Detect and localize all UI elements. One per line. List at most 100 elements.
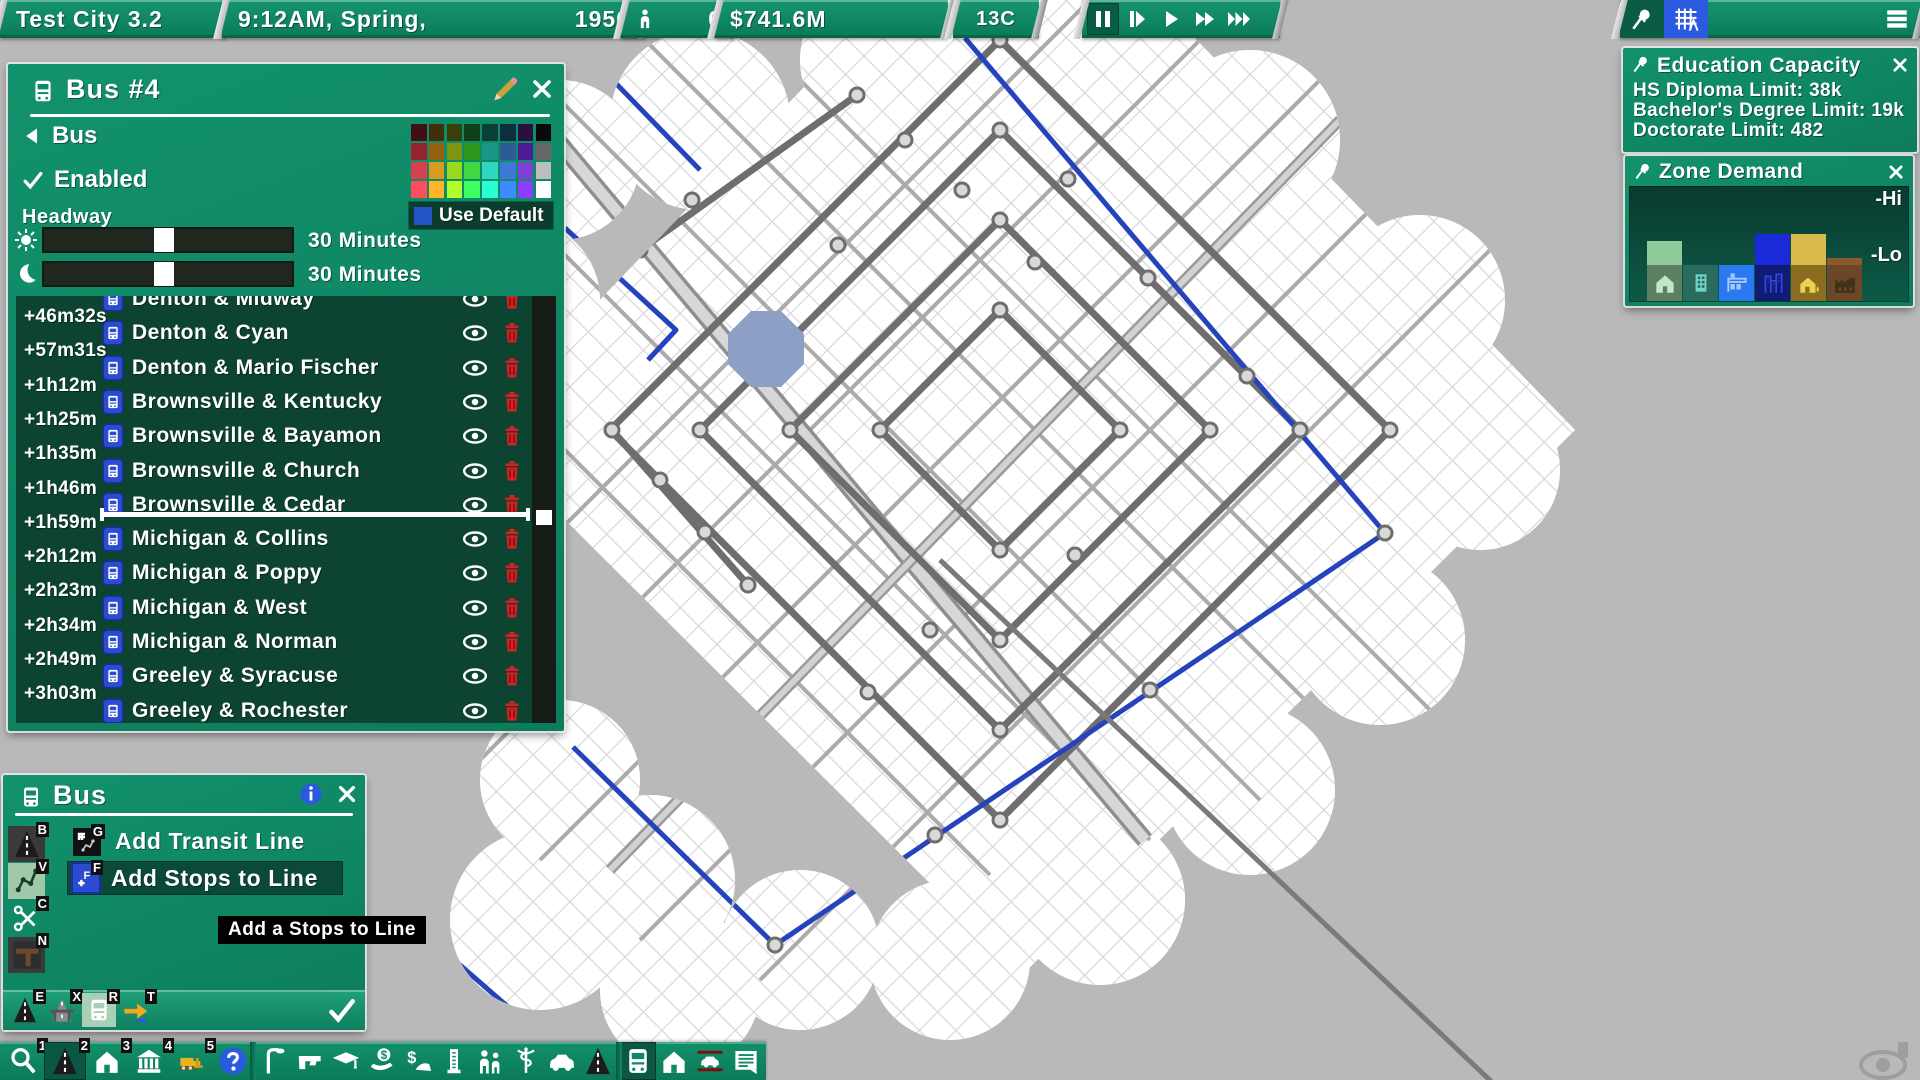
- palette-color-swatch[interactable]: [447, 143, 463, 160]
- eye-icon[interactable]: [462, 296, 488, 312]
- eye-icon[interactable]: [462, 663, 488, 689]
- trash-icon[interactable]: [500, 321, 524, 345]
- mode-tool-T[interactable]: T: [119, 993, 153, 1027]
- eye-icon[interactable]: [462, 526, 488, 552]
- palette-color-swatch[interactable]: [482, 124, 498, 141]
- trash-icon[interactable]: [500, 630, 524, 654]
- palette-color-swatch[interactable]: [447, 162, 463, 179]
- toolbar-house-button[interactable]: 3: [86, 1042, 128, 1080]
- add-stops-to-line-button[interactable]: F F Add Stops to Line: [67, 861, 343, 895]
- date-chip[interactable]: 9:12AM, Spring, 1950: [222, 0, 646, 38]
- trash-icon[interactable]: [500, 527, 524, 551]
- close-icon[interactable]: [1883, 159, 1909, 185]
- eye-icon[interactable]: [462, 458, 488, 484]
- palette-color-swatch[interactable]: [482, 162, 498, 179]
- enabled-checkbox[interactable]: Enabled: [22, 166, 147, 194]
- toolbar-news-button[interactable]: [728, 1042, 764, 1080]
- close-icon[interactable]: [526, 72, 558, 106]
- palette-color-swatch[interactable]: [518, 143, 534, 160]
- palette-color-swatch[interactable]: [518, 124, 534, 141]
- palette-color-swatch[interactable]: [518, 181, 534, 198]
- palette-color-swatch[interactable]: [500, 124, 516, 141]
- palette-color-swatch[interactable]: [500, 143, 516, 160]
- side-tool-B[interactable]: B: [8, 826, 45, 862]
- back-to-bus-button[interactable]: Bus: [22, 122, 97, 150]
- palette-color-swatch[interactable]: [536, 181, 552, 198]
- palette-color-swatch[interactable]: [500, 181, 516, 198]
- day-headway-slider[interactable]: [42, 227, 294, 253]
- add-transit-line-button[interactable]: G Add Transit Line: [73, 825, 343, 858]
- toolbar-grad-cap-button[interactable]: [328, 1042, 364, 1080]
- trash-icon[interactable]: [500, 664, 524, 688]
- palette-color-swatch[interactable]: [518, 162, 534, 179]
- menu-hamburger-button[interactable]: [1874, 0, 1920, 38]
- eye-icon[interactable]: [462, 560, 488, 586]
- rename-pencil-button[interactable]: [488, 72, 522, 106]
- palette-color-swatch[interactable]: [464, 162, 480, 179]
- toolbar-health-button[interactable]: [508, 1042, 544, 1080]
- palette-color-swatch[interactable]: [411, 181, 427, 198]
- palette-color-swatch[interactable]: [464, 143, 480, 160]
- toolbar-tax-button[interactable]: $: [400, 1042, 436, 1080]
- trash-icon[interactable]: [500, 699, 524, 723]
- eye-icon[interactable]: [462, 389, 488, 415]
- grid-tool-button[interactable]: [1664, 0, 1708, 38]
- side-tool-N[interactable]: N: [8, 937, 45, 973]
- toolbar-house-button[interactable]: [656, 1042, 692, 1080]
- toolbar-pistol-button[interactable]: [292, 1042, 328, 1080]
- palette-color-swatch[interactable]: [536, 162, 552, 179]
- mode-tool-E[interactable]: E: [8, 993, 42, 1027]
- palette-color-swatch[interactable]: [464, 124, 480, 141]
- pin-tool-button[interactable]: [1620, 0, 1664, 38]
- trash-icon[interactable]: [500, 390, 524, 414]
- palette-color-swatch[interactable]: [482, 143, 498, 160]
- palette-color-swatch[interactable]: [536, 143, 552, 160]
- toolbar-hand-money-button[interactable]: $: [364, 1042, 400, 1080]
- toolbar-people-button[interactable]: [472, 1042, 508, 1080]
- zone-tile-industrial[interactable]: [1827, 265, 1862, 301]
- trash-icon[interactable]: [500, 459, 524, 483]
- toolbar-help-button[interactable]: [212, 1042, 254, 1080]
- night-headway-slider[interactable]: [42, 261, 294, 287]
- palette-color-swatch[interactable]: [464, 181, 480, 198]
- toolbar-bus-white-button[interactable]: [620, 1042, 656, 1080]
- side-tool-V[interactable]: V: [8, 863, 45, 899]
- toolbar-car-button[interactable]: [544, 1042, 580, 1080]
- zone-tile-retail[interactable]: [1719, 265, 1754, 301]
- zone-tile-mixed-use[interactable]: [1683, 265, 1718, 301]
- zone-tile-farm[interactable]: [1791, 265, 1826, 301]
- play-button[interactable]: [1155, 3, 1187, 35]
- mode-tool-X[interactable]: X: [45, 993, 79, 1027]
- mode-tool-R[interactable]: R: [82, 993, 116, 1027]
- palette-color-swatch[interactable]: [482, 181, 498, 198]
- pause-button[interactable]: [1087, 3, 1119, 35]
- toolbar-magnifier-button[interactable]: 1: [2, 1042, 44, 1080]
- zone-tile-office[interactable]: [1755, 265, 1790, 301]
- stop-list[interactable]: Denton & Midway Denton & Cyan Denton & M…: [16, 296, 556, 723]
- toolbar-traffic-button[interactable]: [692, 1042, 728, 1080]
- eye-icon[interactable]: [462, 698, 488, 723]
- palette-color-swatch[interactable]: [447, 124, 463, 141]
- pin-icon[interactable]: [1633, 161, 1653, 181]
- toolbar-lamp-button[interactable]: [256, 1042, 292, 1080]
- toolbar-road-dark-button[interactable]: [580, 1042, 616, 1080]
- funds-chip[interactable]: $741.6M: [716, 0, 948, 38]
- trash-icon[interactable]: [500, 296, 524, 311]
- trash-icon[interactable]: [500, 356, 524, 380]
- close-icon[interactable]: [333, 780, 361, 808]
- trash-icon[interactable]: [500, 424, 524, 448]
- eye-icon[interactable]: [462, 595, 488, 621]
- confirm-check-button[interactable]: [325, 994, 359, 1026]
- side-tool-C[interactable]: C: [8, 900, 45, 936]
- toolbar-road-dark-button[interactable]: 2: [44, 1042, 86, 1080]
- night-headway-handle[interactable]: [154, 262, 174, 286]
- palette-color-swatch[interactable]: [411, 124, 427, 141]
- palette-color-swatch[interactable]: [447, 181, 463, 198]
- palette-color-swatch[interactable]: [536, 124, 552, 141]
- stop-list-scroll-handle[interactable]: [536, 510, 552, 525]
- palette-color-swatch[interactable]: [429, 143, 445, 160]
- day-headway-handle[interactable]: [154, 228, 174, 252]
- fast-forward-button[interactable]: [1189, 3, 1221, 35]
- palette-color-swatch[interactable]: [500, 162, 516, 179]
- trash-icon[interactable]: [500, 596, 524, 620]
